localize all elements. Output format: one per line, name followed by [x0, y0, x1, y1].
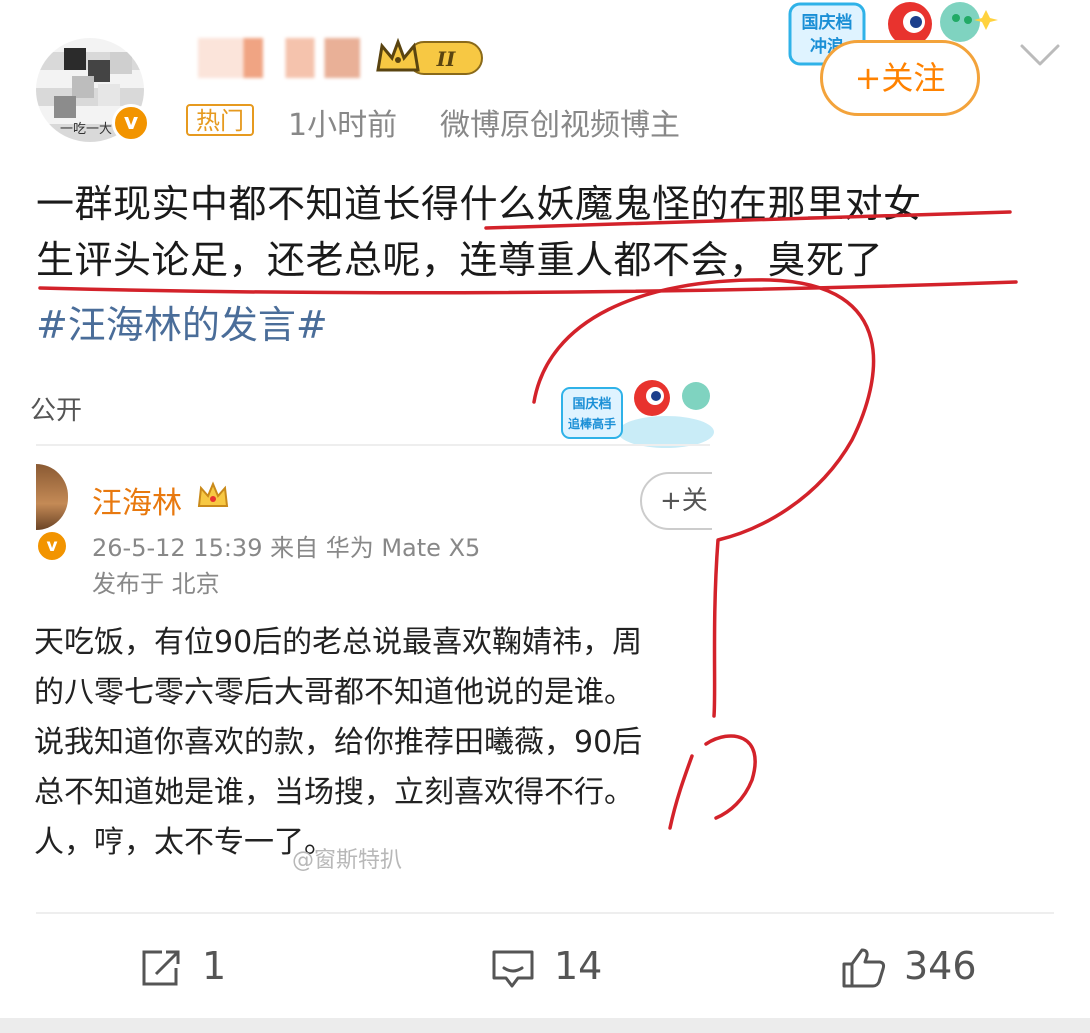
post-text-line: 一群现实中都不知道长得什么妖魔鬼怪的在那里对女	[36, 182, 922, 226]
thumbs-up-icon	[842, 948, 886, 988]
embed-body-line: 天吃饭，有位90后的老总说最喜欢鞠婧祎，周	[34, 625, 643, 660]
embed-body-line: 说我知道你喜欢的款，给你推荐田曦薇，90后	[34, 725, 643, 760]
embed-body-line: 的八零七零六零后大哥都不知道他说的是谁。	[34, 675, 634, 710]
embed-body: 天吃饭，有位90后的老总说最喜欢鞠婧祎，周 的八零七零六零后大哥都不知道他说的是…	[34, 618, 710, 868]
svg-text:国庆档: 国庆档	[802, 12, 853, 33]
embed-watermark: @窗斯特扒	[292, 848, 403, 873]
comment-icon	[492, 950, 534, 988]
embed-author-avatar	[36, 464, 68, 530]
embed-author-name: 汪海林	[92, 486, 182, 521]
like-count: 346	[904, 944, 977, 988]
comment-button[interactable]: 14	[490, 938, 620, 998]
embed-meta: 26-5-12 15:39 来自 华为 Mate X5	[92, 534, 481, 562]
hot-tag[interactable]: 热门	[186, 104, 254, 136]
avatar-caption: 一吃一大	[60, 122, 113, 137]
level-badge-text: II	[436, 47, 456, 71]
post-source: 微博原创视频博主	[440, 108, 680, 143]
embed-visibility: 公开	[30, 396, 83, 426]
post-text: 一群现实中都不知道长得什么妖魔鬼怪的在那里对女 生评头论足，还老总呢，连尊重人都…	[36, 176, 1046, 288]
repost-button[interactable]: 1	[138, 938, 238, 998]
embed-crop-edge	[712, 460, 1090, 560]
footer-divider	[36, 912, 1054, 914]
embed-body-line: 总不知道她是谁，当场搜，立刻喜欢得不行。	[34, 775, 634, 810]
crown-icon	[197, 481, 229, 507]
verified-badge: v	[112, 104, 150, 142]
comment-count: 14	[554, 944, 603, 988]
chevron-down-icon[interactable]	[1018, 40, 1062, 70]
repost-count: 1	[202, 944, 227, 988]
follow-button[interactable]: +关注	[820, 40, 980, 116]
like-button[interactable]: 346	[840, 938, 990, 998]
username-blurred[interactable]	[198, 38, 360, 78]
embed-divider	[36, 444, 710, 446]
crown-level-badge: II	[376, 37, 483, 75]
embed-location: 发布于 北京	[92, 570, 220, 598]
post-text-line: 生评头论足，还老总呢，连尊重人都不会，臭死了	[36, 238, 884, 282]
bottom-bar	[0, 1018, 1090, 1033]
embed-promo-sticker: 国庆档 追棒高手	[561, 380, 714, 448]
repost-icon	[142, 950, 180, 986]
svg-text:国庆档: 国庆档	[572, 396, 611, 412]
post-time: 1小时前	[288, 108, 398, 143]
svg-text:追棒高手: 追棒高手	[568, 416, 616, 431]
hashtag-link[interactable]: #汪海林的发言#	[36, 294, 328, 349]
embed-verified-badge: v	[36, 530, 68, 562]
